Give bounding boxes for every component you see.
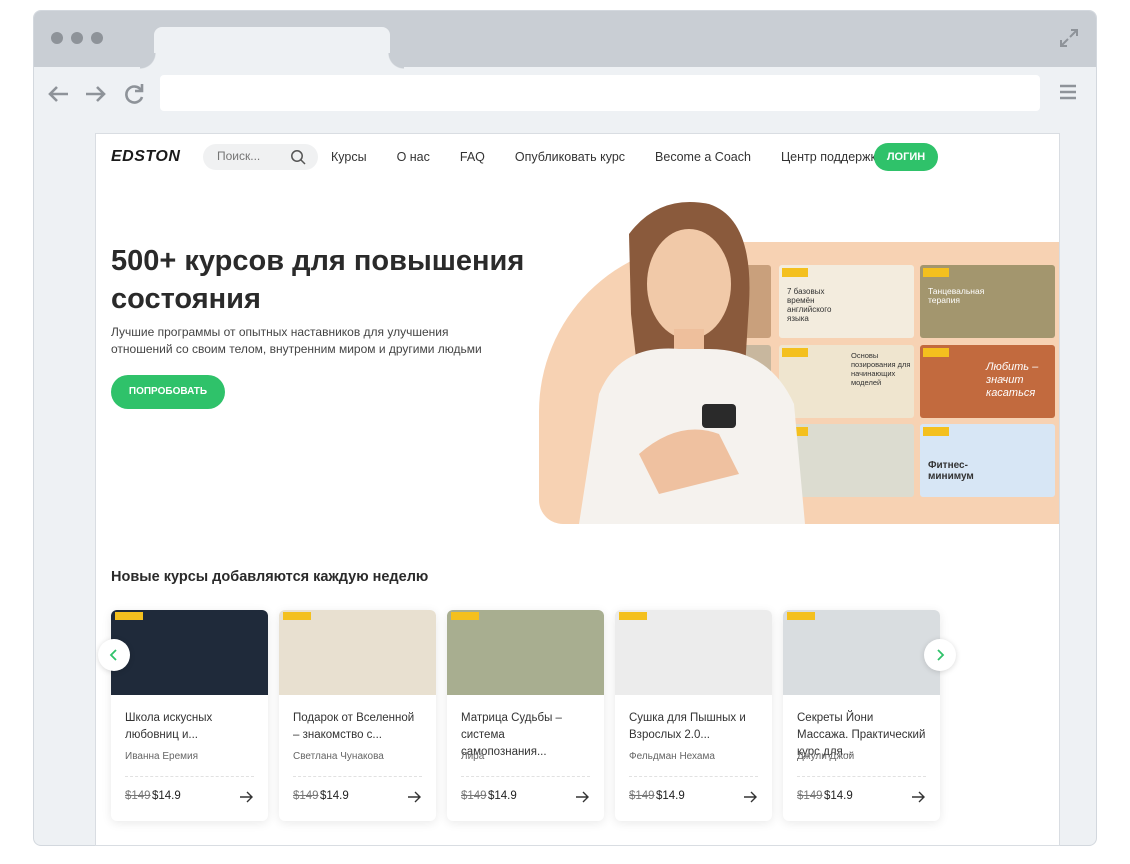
course-card[interactable]: Матрица Судьбы – система самопознания...… bbox=[447, 610, 604, 821]
course-cover bbox=[447, 610, 604, 695]
course-cover bbox=[615, 610, 772, 695]
hero-tile-fitness-minimum: Фитнес-минимум bbox=[920, 424, 1055, 497]
new-courses-title: Новые курсы добавляются каждую неделю bbox=[111, 569, 429, 585]
chevron-right-icon bbox=[937, 649, 945, 661]
price: $14.9 bbox=[824, 790, 853, 802]
site-logo[interactable]: EDSTON bbox=[111, 148, 180, 166]
hero-title: 500+ курсов для повышения состояния bbox=[111, 245, 525, 315]
main-nav: Курсы О нас FAQ Опубликовать курс Become… bbox=[331, 150, 913, 164]
hero-tile-dance: Танцевальная терапия bbox=[920, 265, 1055, 338]
price: $14.9 bbox=[656, 790, 685, 802]
back-icon[interactable] bbox=[46, 81, 72, 107]
course-title[interactable]: Сушка для Пышных и Взрослых 2.0... bbox=[629, 710, 759, 744]
old-price: $149 bbox=[461, 790, 487, 802]
maximize-window-icon[interactable] bbox=[91, 32, 103, 44]
arrow-right-icon[interactable] bbox=[240, 791, 254, 803]
address-bar[interactable] bbox=[160, 75, 1040, 111]
window-controls bbox=[51, 32, 103, 44]
nav-publish-course[interactable]: Опубликовать курс bbox=[515, 150, 625, 164]
try-button[interactable]: ПОПРОБОВАТЬ bbox=[111, 375, 225, 409]
course-card[interactable]: Сушка для Пышных и Взрослых 2.0... Фельд… bbox=[615, 610, 772, 821]
nav-faq[interactable]: FAQ bbox=[460, 150, 485, 164]
course-title[interactable]: Подарок от Вселенной – знакомство с... bbox=[293, 710, 423, 744]
close-window-icon[interactable] bbox=[51, 32, 63, 44]
login-button[interactable]: ЛОГИН bbox=[874, 143, 938, 171]
old-price: $149 bbox=[293, 790, 319, 802]
minimize-window-icon[interactable] bbox=[71, 32, 83, 44]
arrow-right-icon[interactable] bbox=[744, 791, 758, 803]
course-author: Лира bbox=[461, 751, 485, 762]
course-author: Джули Джой bbox=[797, 751, 855, 762]
tab-bar bbox=[34, 11, 1096, 69]
reload-icon[interactable] bbox=[121, 81, 147, 107]
menu-icon[interactable] bbox=[1058, 82, 1078, 102]
nav-support-center[interactable]: Центр поддержки bbox=[781, 150, 883, 164]
course-cover bbox=[111, 610, 268, 695]
hero-tile-touch: Любить – значит касаться bbox=[920, 345, 1055, 418]
arrow-right-icon[interactable] bbox=[912, 791, 926, 803]
woman-with-phone-image bbox=[579, 202, 805, 524]
price: $14.9 bbox=[488, 790, 517, 802]
course-author: Иванна Еремия bbox=[125, 751, 199, 762]
search-input[interactable] bbox=[217, 149, 287, 163]
hero-illustration: 7 базовых времён английского языка Танце… bbox=[539, 194, 1059, 524]
carousel-prev-button[interactable] bbox=[98, 639, 130, 671]
course-card[interactable]: Школа искусных любовниц и... Иванна Ерем… bbox=[111, 610, 268, 821]
course-card[interactable]: Подарок от Вселенной – знакомство с... С… bbox=[279, 610, 436, 821]
search-icon[interactable] bbox=[290, 149, 306, 165]
course-card[interactable]: Секреты Йони Массажа. Практический курс … bbox=[783, 610, 940, 821]
arrow-right-icon[interactable] bbox=[408, 791, 422, 803]
price: $14.9 bbox=[152, 790, 181, 802]
hero-subtitle: Лучшие программы от опытных наставников … bbox=[111, 325, 482, 356]
course-carousel: Школа искусных любовниц и... Иванна Ерем… bbox=[111, 610, 940, 821]
price: $14.9 bbox=[320, 790, 349, 802]
course-cover bbox=[783, 610, 940, 695]
search-box[interactable] bbox=[203, 144, 318, 170]
nav-courses[interactable]: Курсы bbox=[331, 150, 367, 164]
course-author: Светлана Чунакова bbox=[293, 751, 384, 762]
old-price: $149 bbox=[629, 790, 655, 802]
web-page: EDSTON Курсы О нас FAQ Опубликовать курс… bbox=[95, 133, 1060, 846]
course-title[interactable]: Школа искусных любовниц и... bbox=[125, 710, 255, 744]
arrow-right-icon[interactable] bbox=[576, 791, 590, 803]
course-author: Фельдман Нехама bbox=[629, 751, 715, 762]
forward-icon[interactable] bbox=[82, 81, 108, 107]
chevron-left-icon bbox=[109, 649, 117, 661]
course-cover bbox=[279, 610, 436, 695]
old-price: $149 bbox=[797, 790, 823, 802]
carousel-next-button[interactable] bbox=[924, 639, 956, 671]
nav-become-coach[interactable]: Become a Coach bbox=[655, 150, 751, 164]
browser-tab[interactable] bbox=[140, 27, 404, 69]
old-price: $149 bbox=[125, 790, 151, 802]
expand-icon[interactable] bbox=[1058, 27, 1080, 49]
nav-about[interactable]: О нас bbox=[397, 150, 430, 164]
